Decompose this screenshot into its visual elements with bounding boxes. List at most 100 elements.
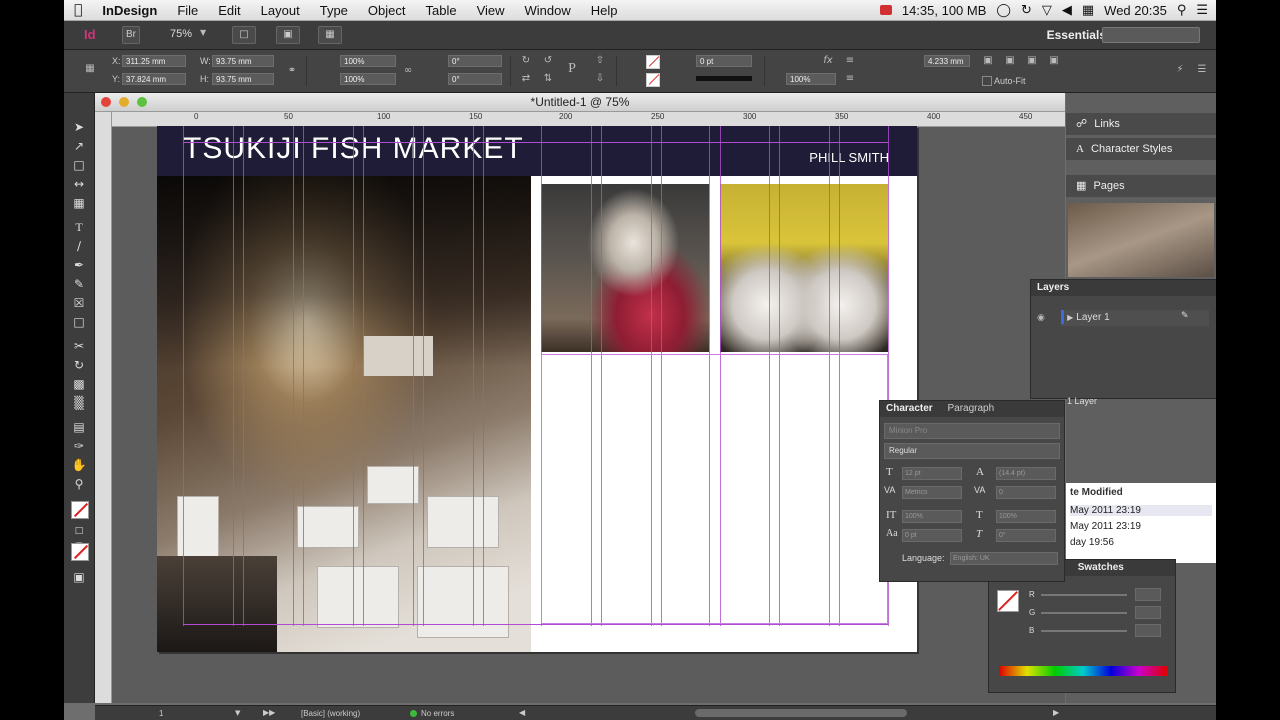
menu-window[interactable]: Window xyxy=(515,3,581,18)
character-tab[interactable]: Character xyxy=(886,403,933,414)
spotlight-icon[interactable]: ⚲ xyxy=(1177,3,1187,18)
scale-y-field[interactable]: 100% xyxy=(340,73,396,85)
flip-vertical-icon[interactable]: ⇅ xyxy=(542,73,554,85)
font-style-select[interactable]: Regular xyxy=(884,443,1060,459)
paragraph-tab[interactable]: Paragraph xyxy=(947,403,994,414)
gradient-tool-icon[interactable]: ▩ xyxy=(71,376,87,392)
opacity-field[interactable]: 100% xyxy=(786,73,836,85)
pen-lock-icon[interactable]: ✎ xyxy=(1181,311,1189,321)
width-field[interactable]: 93.75 mm xyxy=(212,55,274,67)
scissors-tool-icon[interactable]: ✂ xyxy=(71,338,87,354)
note-tool-icon[interactable]: ▤ xyxy=(71,419,87,435)
free-transform-tool-icon[interactable]: ↻ xyxy=(71,357,87,373)
formatting-container-icon[interactable]: □ T xyxy=(71,523,87,552)
hand-tool-icon[interactable]: ✋ xyxy=(71,457,87,473)
gap-tool-icon[interactable]: ↔ xyxy=(71,176,87,192)
skew-field[interactable]: 0° xyxy=(996,529,1056,542)
arrange-documents-button[interactable]: ▦ xyxy=(318,26,342,44)
offset-field[interactable]: 4.233 mm xyxy=(924,55,970,67)
rotate-cw-icon[interactable]: ↻ xyxy=(520,55,532,67)
wifi-icon[interactable]: ▽ xyxy=(1042,3,1052,18)
font-size-field[interactable]: 12 pt xyxy=(902,467,962,480)
horizontal-ruler[interactable]: 0 50 100 150 200 250 300 350 400 450 xyxy=(111,112,1065,127)
menu-app-name[interactable]: InDesign xyxy=(92,3,167,18)
notification-icon[interactable]: ☰ xyxy=(1196,3,1208,18)
title-banner[interactable]: TSUKIJI FISH MARKET PHILL SMITH xyxy=(157,126,917,176)
tracking-field[interactable]: 0 xyxy=(996,486,1056,499)
effects-icon[interactable]: fx xyxy=(822,55,834,67)
stroke-weight-field[interactable]: 0 pt xyxy=(696,55,752,67)
document-page[interactable]: TSUKIJI FISH MARKET PHILL SMITH xyxy=(157,126,917,652)
scroll-right-icon[interactable]: ▶ xyxy=(1053,708,1059,717)
zoom-tool-icon[interactable]: ⚲ xyxy=(71,476,87,492)
menu-object[interactable]: Object xyxy=(358,3,416,18)
expand-triangle-icon[interactable]: ▶ xyxy=(1067,313,1073,322)
date-row[interactable]: day 19:56 xyxy=(1070,537,1114,548)
x-field[interactable]: 311.25 mm xyxy=(122,55,186,67)
rotate-ccw-icon[interactable]: ↺ xyxy=(542,55,554,67)
date-row[interactable]: May 2011 23:19 xyxy=(1070,521,1141,532)
gradient-feather-tool-icon[interactable]: ▒ xyxy=(71,395,87,411)
date-modified-header[interactable]: te Modified xyxy=(1070,487,1123,498)
font-family-select[interactable]: Minion Pro xyxy=(884,423,1060,439)
rotation-field[interactable]: 0° xyxy=(448,55,502,67)
pages-thumbnail[interactable] xyxy=(1068,203,1214,277)
content-collector-icon[interactable]: ▦ xyxy=(71,195,87,211)
links-panel-tab[interactable]: ☍ Links xyxy=(1066,113,1216,135)
menu-type[interactable]: Type xyxy=(310,3,358,18)
vertical-scale-field[interactable]: 100% xyxy=(902,510,962,523)
workspace-switcher[interactable]: Essentials xyxy=(1047,28,1106,42)
panel-menu-icon[interactable]: ☰ xyxy=(1196,64,1208,76)
b-slider[interactable] xyxy=(1041,630,1127,632)
autofit-checkbox[interactable] xyxy=(982,76,992,86)
menu-file[interactable]: File xyxy=(167,3,208,18)
page-number[interactable]: 1 xyxy=(159,709,163,718)
page-chevron-icon[interactable]: ▼ xyxy=(235,709,240,717)
stroke-type-select[interactable] xyxy=(696,76,752,81)
flip-horizontal-icon[interactable]: ⇄ xyxy=(520,73,532,85)
help-search-input[interactable] xyxy=(1102,27,1200,43)
chevron-down-icon[interactable]: ▼ xyxy=(200,28,206,37)
scale-x-field[interactable]: 100% xyxy=(340,55,396,67)
y-field[interactable]: 37.824 mm xyxy=(122,73,186,85)
apple-icon[interactable]:  xyxy=(64,2,92,18)
character-styles-tab[interactable]: A Character Styles xyxy=(1066,138,1216,160)
rectangle-tool-icon[interactable]: □ xyxy=(71,314,87,330)
pencil-tool-icon[interactable]: ✎ xyxy=(71,276,87,292)
tuna-photo-frame[interactable] xyxy=(720,184,888,352)
fill-swatch-icon[interactable] xyxy=(646,55,660,69)
direct-selection-tool-icon[interactable]: ↗ xyxy=(71,138,87,154)
volume-icon[interactable]: ◀ xyxy=(1062,3,1072,18)
color-spectrum[interactable] xyxy=(999,666,1167,676)
select-content-icon[interactable]: ⇩ xyxy=(594,73,606,85)
height-field[interactable]: 93.75 mm xyxy=(212,73,274,85)
market-photo-frame[interactable] xyxy=(157,176,531,652)
text-frame[interactable] xyxy=(541,354,888,624)
preflight-profile[interactable]: [Basic] (working) xyxy=(301,709,360,718)
line-tool-icon[interactable]: ∕ xyxy=(71,238,87,254)
eyedropper-tool-icon[interactable]: ✑ xyxy=(71,438,87,454)
keyboard-icon[interactable]: ▦ xyxy=(1082,3,1094,18)
horizontal-scale-field[interactable]: 100% xyxy=(996,510,1056,523)
preflight-errors[interactable]: No errors xyxy=(421,709,454,718)
apply-none-icon[interactable] xyxy=(71,543,89,561)
menu-edit[interactable]: Edit xyxy=(208,3,250,18)
next-page-icon[interactable]: ▶▶ xyxy=(263,708,275,717)
fill-stroke-swatch-icon[interactable] xyxy=(71,501,89,519)
language-select[interactable]: English: UK xyxy=(950,552,1058,565)
menu-layout[interactable]: Layout xyxy=(251,3,310,18)
page-tool-icon[interactable]: □ xyxy=(71,157,87,173)
screen-mode-icon[interactable]: ▣ xyxy=(71,569,87,585)
stroke-swatch-icon[interactable] xyxy=(646,73,660,87)
headphones-icon[interactable]: ◯ xyxy=(996,3,1011,18)
visibility-eye-icon[interactable]: ◉ xyxy=(1037,313,1045,323)
align-icon[interactable]: ≡ xyxy=(844,55,856,67)
distribute-icon[interactable]: ≡ xyxy=(844,73,856,85)
vertical-ruler[interactable] xyxy=(95,112,112,703)
chef-photo-frame[interactable] xyxy=(541,184,709,352)
timemachine-icon[interactable]: ↻ xyxy=(1021,3,1032,18)
date-row[interactable]: May 2011 23:19 xyxy=(1070,505,1212,516)
screen-mode-button[interactable]: ▣ xyxy=(276,26,300,44)
baseline-shift-field[interactable]: 0 pt xyxy=(902,529,962,542)
menu-table[interactable]: Table xyxy=(415,3,466,18)
